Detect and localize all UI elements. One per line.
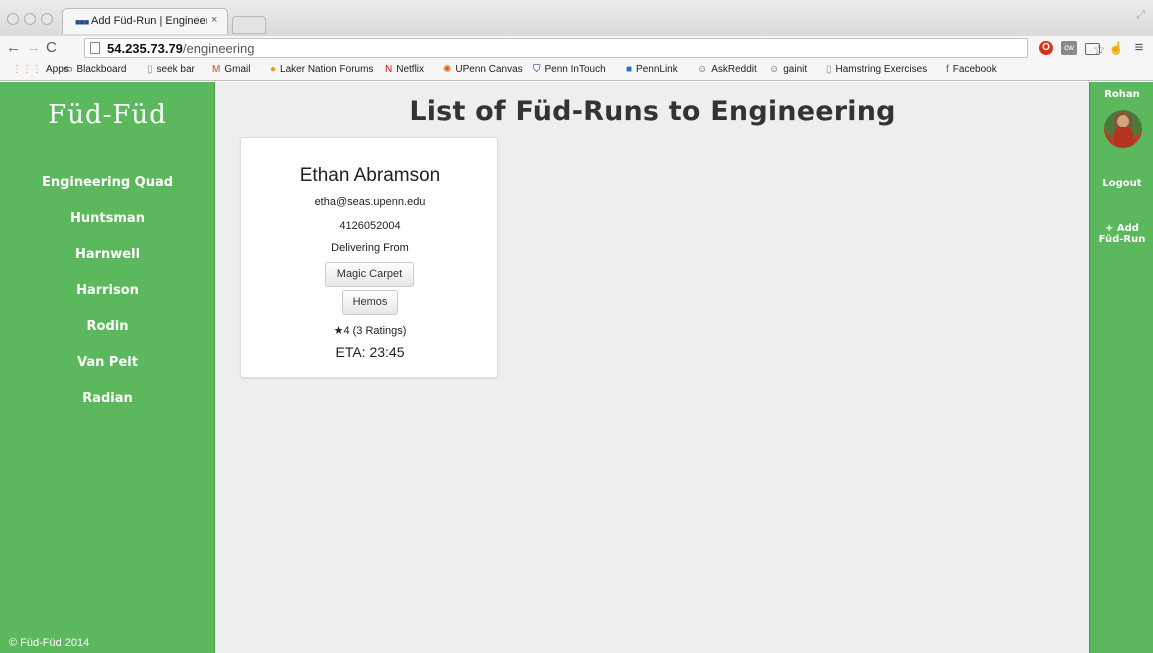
close-window-button[interactable] <box>7 13 19 25</box>
add-fud-run-link[interactable]: + Add Füd-Run <box>1090 223 1153 245</box>
browser-toolbar: ← → C 54.235.73.79/engineering ☆ <box>0 36 1153 61</box>
bookmark-blackboard[interactable]: ▭ Blackboard <box>63 64 126 75</box>
canvas-icon: ✺ <box>443 64 452 75</box>
right-sidebar: Rohan Logout + Add Füd-Run <box>1089 82 1153 653</box>
bookmark-label: Facebook <box>952 64 997 75</box>
nav-item-radian[interactable]: Radian <box>0 390 215 426</box>
bookmark-label: Blackboard <box>76 64 127 75</box>
nav-item-harnwell[interactable]: Harnwell <box>0 246 215 282</box>
pennlink-icon: ■ <box>626 64 633 75</box>
reddit-icon: ☺ <box>697 64 708 75</box>
penn-shield-icon: ⛉ <box>533 64 541 75</box>
bookmark-netflix[interactable]: N Netflix <box>385 64 424 75</box>
zoom-window-button[interactable] <box>41 13 53 25</box>
laker-icon: ● <box>270 64 277 75</box>
run-card: Ethan Abramson etha@seas.upenn.edu 41260… <box>240 137 498 378</box>
bookmark-label: PennLink <box>636 64 678 75</box>
apps-grid-icon: ⋮⋮⋮ <box>12 64 42 75</box>
bookmark-apps[interactable]: ⋮⋮⋮ Apps <box>12 64 69 75</box>
runner-email: etha@seas.upenn.edu <box>314 196 426 208</box>
avatar-head <box>1119 115 1128 126</box>
runner-phone: 4126052004 <box>339 220 401 232</box>
fullscreen-icon[interactable]: ⤢ <box>1136 9 1145 22</box>
bookmarks-bar: ⋮⋮⋮ Apps ▭ Blackboard ▯ seek bar M Gmail ● Laker … <box>0 61 1153 81</box>
tab-favicon-icon: ■■■ <box>75 17 89 27</box>
facebook-icon: f <box>946 64 949 75</box>
add-run-line-2: Füd-Run <box>1098 234 1146 245</box>
gmail-icon: M <box>212 64 221 75</box>
bookmark-label: gainit <box>783 64 808 75</box>
browser-menu-icon[interactable]: ≡ <box>1131 40 1147 55</box>
runner-rating: ★4 (3 Ratings) <box>333 325 407 337</box>
hand-extension-icon[interactable]: ☝ <box>1108 41 1124 55</box>
nav-item-van-pelt[interactable]: Van Pelt <box>0 354 215 390</box>
cast-icon[interactable] <box>1085 43 1100 55</box>
location-nav: Engineering Quad Huntsman Harnwell Harri… <box>0 174 215 426</box>
nav-item-harrison[interactable]: Harrison <box>0 282 215 318</box>
page-title: List of Füd-Runs to Engineering <box>409 96 896 127</box>
netflix-icon: N <box>385 64 393 75</box>
bookmark-label: Penn InTouch <box>544 64 606 75</box>
left-sidebar: Füd-Füd Engineering Quad Huntsman Harnwe… <box>0 82 215 653</box>
user-name[interactable]: Rohan <box>1090 89 1153 100</box>
bookmark-label: Gmail <box>224 64 251 75</box>
url-path: /engineering <box>182 41 255 56</box>
bookmark-gainit[interactable]: ☺ gainit <box>769 64 807 75</box>
page-icon: ▯ <box>826 64 832 75</box>
cw-extension-icon[interactable]: cw <box>1061 41 1077 55</box>
avatar[interactable] <box>1104 110 1142 148</box>
nav-item-engineering-quad[interactable]: Engineering Quad <box>0 174 215 210</box>
url-text[interactable]: 54.235.73.79/engineering <box>107 41 254 56</box>
bookmark-facebook[interactable]: f Facebook <box>946 64 997 75</box>
bookmark-upenn-canvas[interactable]: ✺ UPenn Canvas <box>443 64 523 75</box>
browser-tab[interactable]: ■■■ Add Füd-Run | Engineering × <box>62 8 228 34</box>
place-button-magic-carpet[interactable]: Magic Carpet <box>325 262 414 287</box>
page-content: Füd-Füd Engineering Quad Huntsman Harnwe… <box>0 82 1153 653</box>
forward-arrow-icon[interactable]: → <box>26 39 41 56</box>
browser-titlebar: ■■■ Add Füd-Run | Engineering × ⤢ <box>0 0 1153 36</box>
bookmark-label: UPenn Canvas <box>455 64 523 75</box>
blackboard-icon: ▭ <box>63 64 73 75</box>
place-button-hemos[interactable]: Hemos <box>342 290 398 315</box>
delivering-from-label: Delivering From <box>331 242 409 254</box>
bookmark-gmail[interactable]: M Gmail <box>212 64 250 75</box>
avatar-body <box>1114 127 1133 148</box>
tab-close-icon[interactable]: × <box>211 14 217 26</box>
bookmark-label: seek bar <box>156 64 195 75</box>
bookmark-label: Hamstring Exercises <box>835 64 928 75</box>
bookmark-hamstring-exercises[interactable]: ▯ Hamstring Exercises <box>826 64 927 75</box>
reddit-icon: ☺ <box>769 64 780 75</box>
bookmark-seek-bar[interactable]: ▯ seek bar <box>147 64 195 75</box>
opera-extension-icon[interactable]: O <box>1039 41 1053 55</box>
runner-name: Ethan Abramson <box>299 165 441 186</box>
back-arrow-icon[interactable]: ← <box>6 39 21 56</box>
bookmark-penn-intouch[interactable]: ⛉ Penn InTouch <box>533 64 606 75</box>
minimize-window-button[interactable] <box>24 13 36 25</box>
page-icon <box>90 42 100 54</box>
site-logo[interactable]: Füd-Füd <box>0 100 215 130</box>
reload-icon[interactable]: C <box>46 39 57 56</box>
bookmark-label: Laker Nation Forums <box>280 64 374 75</box>
bookmark-laker-nation-forums[interactable]: ● Laker Nation Forums <box>270 64 373 75</box>
copyright-text: © Füd-Füd 2014 <box>9 637 90 649</box>
address-bar[interactable]: 54.235.73.79/engineering ☆ <box>84 38 1106 58</box>
bookmark-askreddit[interactable]: ☺ AskReddit <box>697 64 757 75</box>
new-tab-button[interactable] <box>232 16 266 34</box>
add-run-line-1: + Add <box>1105 223 1139 234</box>
page-icon: ▯ <box>147 64 153 75</box>
logout-link[interactable]: Logout <box>1090 178 1153 189</box>
nav-item-rodin[interactable]: Rodin <box>0 318 215 354</box>
bookmark-label: Netflix <box>396 64 425 75</box>
bookmark-pennlink[interactable]: ■ PennLink <box>626 64 678 75</box>
nav-item-huntsman[interactable]: Huntsman <box>0 210 215 246</box>
tab-title: Add Füd-Run | Engineering <box>91 15 207 27</box>
run-eta: ETA: 23:45 <box>335 344 405 360</box>
url-host: 54.235.73.79 <box>107 41 183 56</box>
bookmark-label: AskReddit <box>711 64 757 75</box>
